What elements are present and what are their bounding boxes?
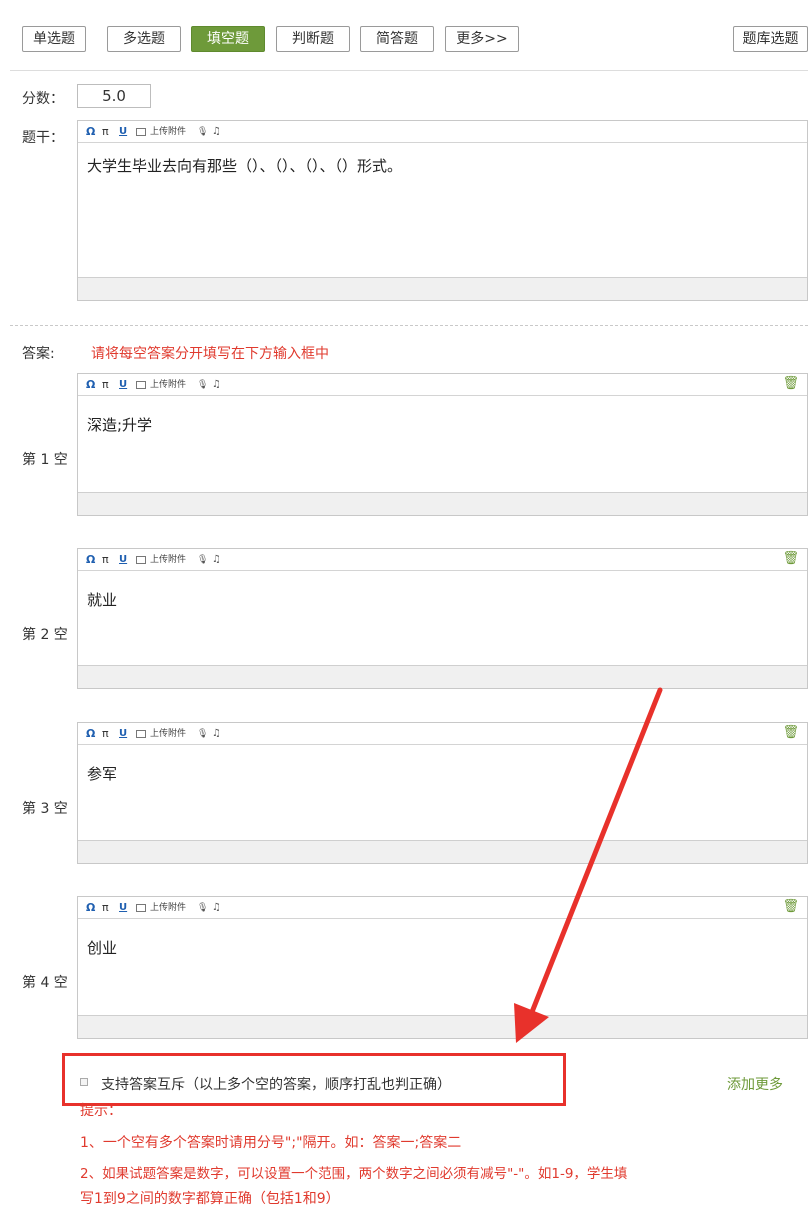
tips-line-1: 1、一个空有多个答案时请用分号";"隔开。如：答案一;答案二	[80, 1135, 462, 1151]
tips-line-2: 2、如果试题答案是数字，可以设置一个范围，两个数字之间必须有减号"-"。如1-9…	[80, 1166, 628, 1182]
tips-title: 提示：	[80, 1103, 122, 1119]
annotation-arrow-icon	[514, 687, 663, 1043]
mutual-exclusion-checkbox[interactable]	[80, 1078, 88, 1086]
add-more-link[interactable]: 添加更多	[727, 1074, 783, 1094]
mutual-exclusion-label[interactable]: 支持答案互斥（以上多个空的答案，顺序打乱也判正确）	[101, 1074, 451, 1094]
tips-line-2-cont: 写1到9之间的数字都算正确（包括1和9）	[80, 1191, 340, 1207]
